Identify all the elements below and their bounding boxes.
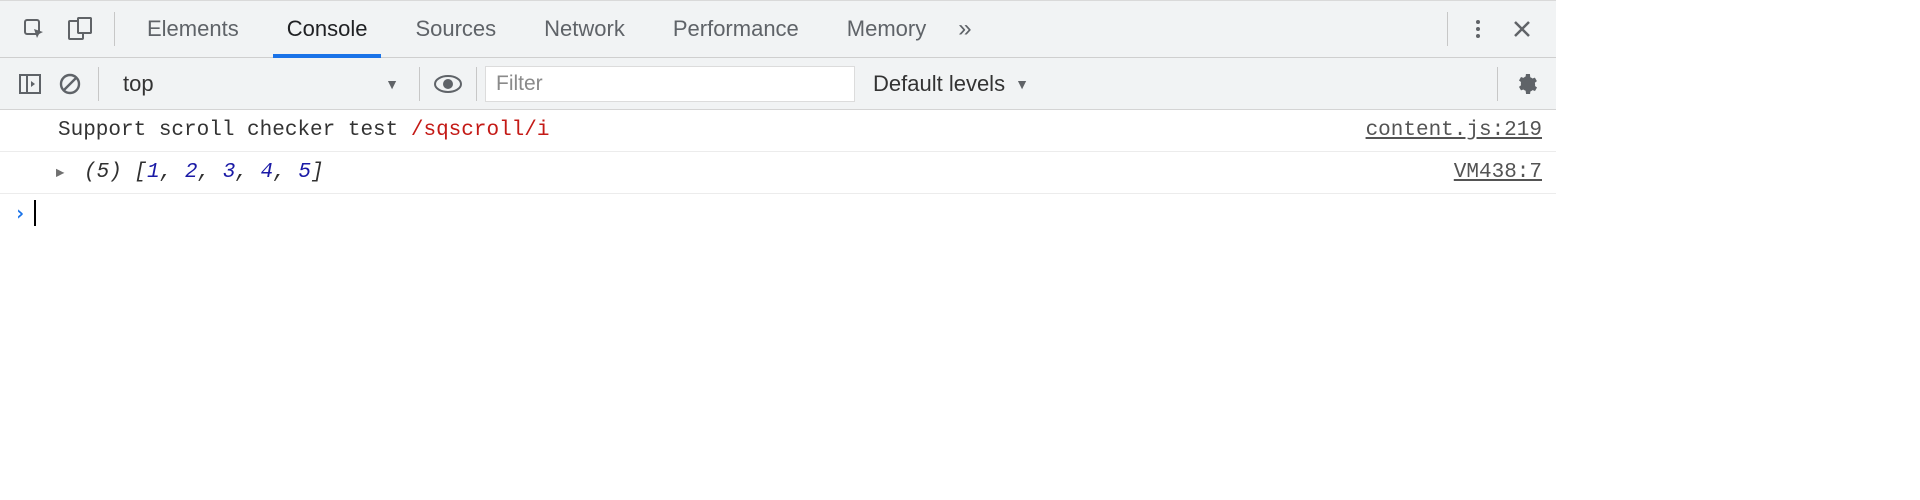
- overflow-label: »: [958, 15, 971, 43]
- tabs: Elements Console Sources Network Perform…: [123, 1, 972, 57]
- source-link[interactable]: content.js:219: [1366, 119, 1542, 142]
- tab-label: Performance: [673, 16, 799, 42]
- device-toggle-icon[interactable]: [60, 9, 100, 49]
- console-prompt[interactable]: ›: [0, 194, 1556, 232]
- tabs-overflow-button[interactable]: »: [958, 1, 971, 57]
- close-icon[interactable]: [1500, 9, 1544, 49]
- console-input[interactable]: [34, 200, 36, 226]
- live-expression-icon[interactable]: [428, 64, 468, 104]
- sidebar-toggle-icon[interactable]: [10, 64, 50, 104]
- filter-input[interactable]: [485, 66, 855, 102]
- log-levels-selector[interactable]: Default levels ▼: [873, 71, 1029, 97]
- inspect-element-icon[interactable]: [14, 9, 54, 49]
- chevron-down-icon: ▼: [385, 76, 399, 92]
- tab-label: Network: [544, 16, 625, 42]
- prompt-caret-icon: ›: [14, 200, 26, 226]
- console-message-text: (5) [1, 2, 3, 4, 5]: [84, 161, 324, 184]
- chevron-down-icon: ▼: [1015, 76, 1029, 92]
- console-message: ▶ (5) [1, 2, 3, 4, 5] VM438:7: [0, 152, 1556, 194]
- tab-console[interactable]: Console: [263, 1, 392, 57]
- tab-memory[interactable]: Memory: [823, 1, 950, 57]
- tab-label: Elements: [147, 16, 239, 42]
- tab-network[interactable]: Network: [520, 1, 649, 57]
- tab-label: Console: [287, 16, 368, 42]
- tab-label: Memory: [847, 16, 926, 42]
- clear-console-icon[interactable]: [50, 64, 90, 104]
- console-message: Support scroll checker test /sqscroll/i …: [0, 110, 1556, 152]
- devtools-tabstrip: Elements Console Sources Network Perform…: [0, 0, 1556, 58]
- tab-label: Sources: [415, 16, 496, 42]
- context-selector-label: top: [123, 71, 154, 97]
- tab-performance[interactable]: Performance: [649, 1, 823, 57]
- expand-object-icon[interactable]: ▶: [56, 164, 64, 181]
- kebab-menu-icon[interactable]: [1456, 9, 1500, 49]
- console-body: Support scroll checker test /sqscroll/i …: [0, 110, 1556, 232]
- log-levels-label: Default levels: [873, 71, 1005, 97]
- source-link[interactable]: VM438:7: [1454, 161, 1542, 184]
- console-toolbar: top ▼ Default levels ▼: [0, 58, 1556, 110]
- context-selector[interactable]: top ▼: [111, 65, 411, 103]
- console-message-text: Support scroll checker test /sqscroll/i: [58, 119, 549, 142]
- tab-sources[interactable]: Sources: [391, 1, 520, 57]
- tab-elements[interactable]: Elements: [123, 1, 263, 57]
- console-settings-icon[interactable]: [1506, 64, 1546, 104]
